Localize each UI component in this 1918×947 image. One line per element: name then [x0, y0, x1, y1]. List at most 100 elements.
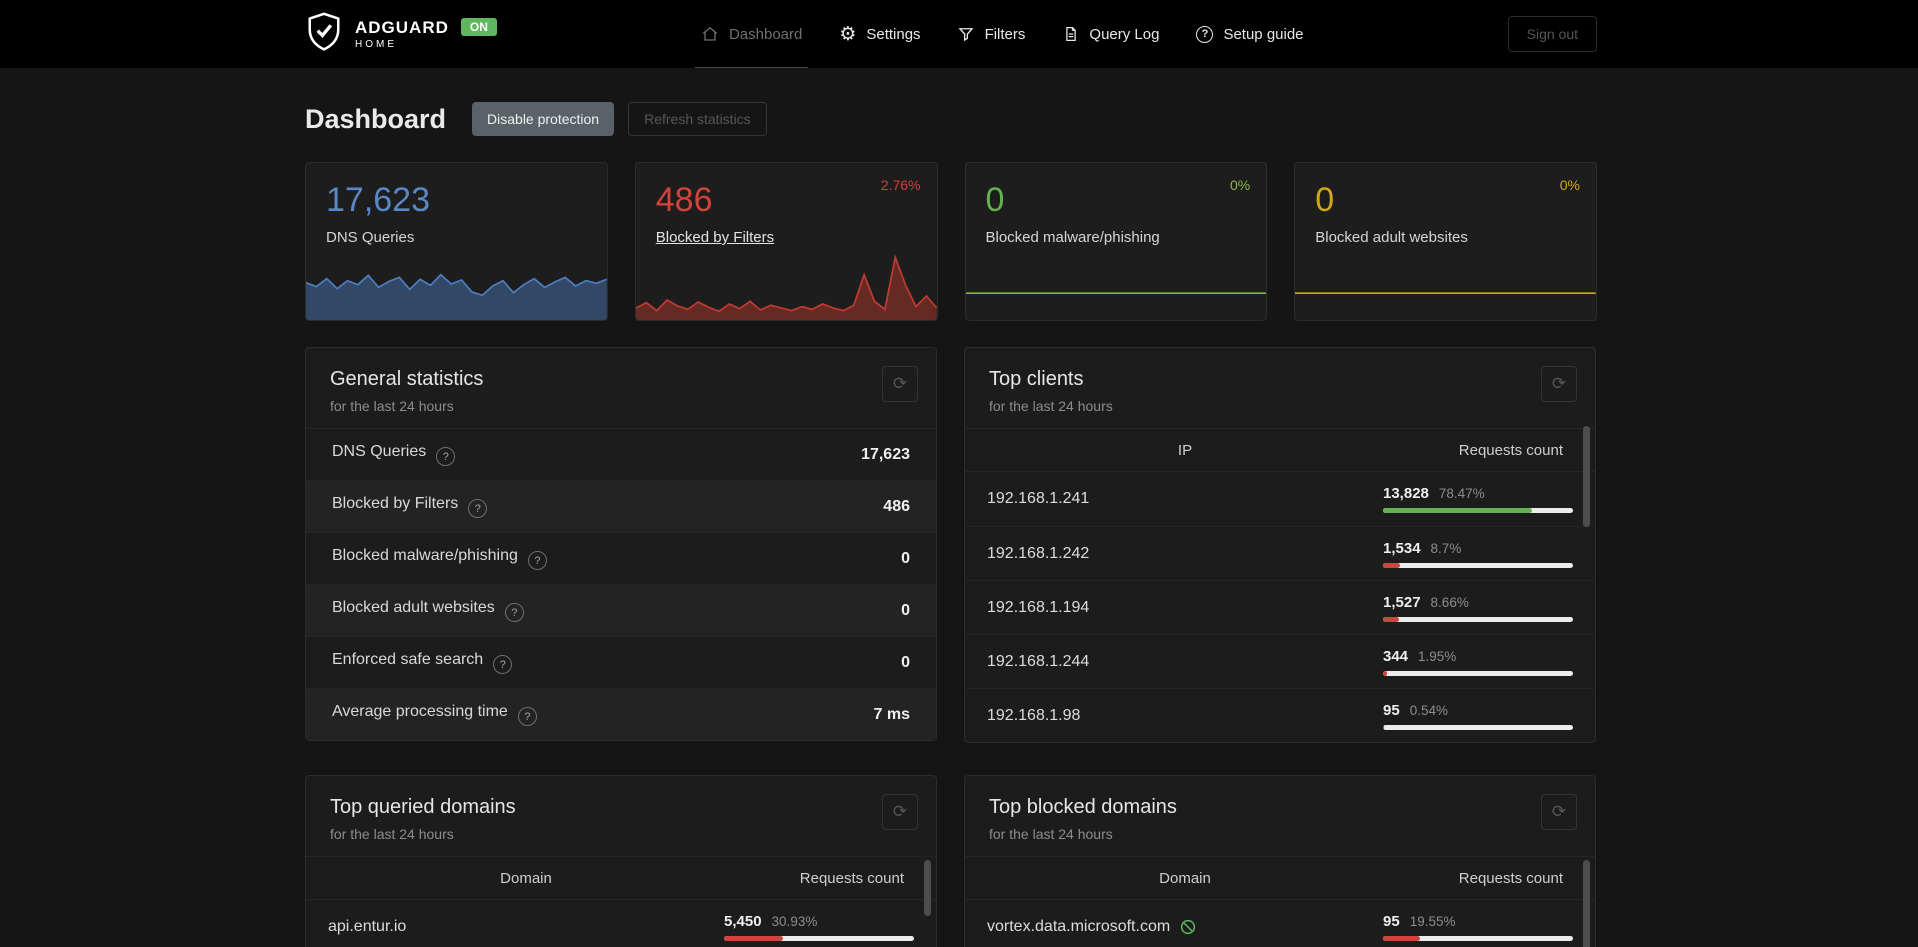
stat-row-label: Blocked adult websites [332, 598, 495, 616]
top-blocked-domains-panel: Top blocked domains for the last 24 hour… [964, 775, 1596, 947]
stat-row-label: DNS Queries [332, 442, 427, 460]
refresh-icon: ⟳ [892, 374, 908, 393]
refresh-icon-button[interactable]: ⟳ [1541, 366, 1577, 402]
stat-value: 486 [655, 181, 713, 219]
adguard-logo[interactable]: ADGUARD ON HOME [305, 11, 497, 58]
percent-change: 2.76% [880, 177, 921, 193]
requests-percent: 30.93% [771, 914, 818, 929]
percent-change: 0% [1559, 177, 1580, 193]
requests-bar [724, 936, 914, 941]
stat-row-label: Blocked malware/phishing [332, 546, 518, 564]
requests-percent: 8.66% [1430, 594, 1469, 610]
stat-label: Blocked malware/phishing [985, 229, 1160, 246]
requests-percent: 8.7% [1430, 540, 1462, 556]
panel-title: Top blocked domains [989, 796, 1177, 818]
stat-value: 0 [1315, 181, 1335, 219]
dns-queries-card: 17,623 DNS Queries [305, 162, 608, 321]
help-icon[interactable] [436, 447, 456, 467]
stat-row-value: 7 ms [873, 705, 910, 723]
top-blocked-domains-table: vortex.data.microsoft.com 95 19.55% [965, 900, 1595, 947]
panel-subtitle: for the last 24 hours [989, 398, 1113, 414]
column-header-domain: Domain [1159, 869, 1211, 887]
scrollbar-thumb[interactable] [1583, 426, 1590, 527]
domain-row: api.entur.io 5,450 30.93% [306, 900, 936, 947]
client-ip: 192.168.1.241 [987, 490, 1090, 507]
client-ip: 192.168.1.242 [987, 544, 1090, 562]
main-navigation: Dashboard Settings Filters Query Log [497, 0, 1508, 68]
shield-logo-icon [305, 11, 343, 58]
nav-item-setup-guide[interactable]: Setup guide [1195, 0, 1304, 68]
stat-row-value: 0 [901, 549, 910, 567]
blocked-filters-card: 2.76% 486 Blocked by Filters [634, 162, 938, 321]
stat-row: Enforced safe search 0 [306, 636, 936, 688]
requests-bar [1383, 616, 1573, 622]
help-icon[interactable] [493, 655, 513, 675]
refresh-icon-button[interactable]: ⟳ [882, 794, 918, 830]
help-icon[interactable] [527, 551, 547, 571]
refresh-icon: ⟳ [1551, 802, 1567, 821]
refresh-statistics-button[interactable]: Refresh statistics [628, 102, 767, 136]
nav-label: Setup guide [1223, 25, 1304, 43]
blocked-malware-sparkline [966, 284, 1267, 294]
document-icon [1061, 25, 1080, 44]
top-clients-panel: Top clients for the last 24 hours ⟳ IP R… [964, 347, 1596, 743]
panel-subtitle: for the last 24 hours [989, 826, 1113, 842]
disable-protection-button[interactable]: Disable protection [472, 102, 615, 136]
refresh-icon-button[interactable]: ⟳ [1541, 794, 1577, 830]
help-icon[interactable] [517, 707, 537, 727]
tracker-blocked-icon [1179, 918, 1197, 936]
stat-value: 0 [985, 181, 1005, 219]
requests-bar [1383, 724, 1573, 730]
general-statistics-panel: General statistics for the last 24 hours… [305, 347, 937, 741]
stat-row-value: 486 [883, 497, 910, 515]
nav-item-settings[interactable]: Settings [838, 0, 920, 68]
blocked-by-filters-link[interactable]: Blocked by Filters [656, 229, 774, 246]
requests-bar [1383, 670, 1573, 676]
client-ip: 192.168.1.98 [987, 706, 1081, 724]
panel-title: Top clients [989, 368, 1084, 390]
gear-icon [838, 25, 857, 44]
scrollbar-thumb[interactable] [1583, 860, 1590, 947]
nav-label: Query Log [1089, 25, 1160, 43]
refresh-icon-button[interactable]: ⟳ [882, 366, 918, 402]
table-header: Domain Requests count [965, 856, 1595, 900]
nav-label: Dashboard [728, 25, 803, 43]
requests-count: 1,534 [1383, 539, 1421, 557]
client-row: 192.168.1.244 344 1.95% [965, 634, 1595, 688]
nav-item-query-log[interactable]: Query Log [1061, 0, 1159, 68]
column-header-requests: Requests count [799, 869, 904, 887]
dns-queries-sparkline [306, 248, 607, 320]
nav-item-dashboard[interactable]: Dashboard [694, 0, 809, 68]
panel-title: General statistics [330, 368, 484, 390]
top-clients-table: 192.168.1.241 13,828 78.47% 192.168.1.24… [965, 472, 1595, 742]
home-icon [701, 25, 720, 44]
refresh-icon: ⟳ [892, 802, 908, 821]
domain-row: vortex.data.microsoft.com 95 19.55% [965, 900, 1595, 947]
help-icon[interactable] [468, 499, 488, 519]
column-header-requests: Requests count [1458, 441, 1563, 459]
column-header-domain: Domain [500, 869, 552, 887]
stat-row-value: 0 [901, 601, 910, 619]
client-row: 192.168.1.241 13,828 78.47% [965, 472, 1595, 526]
help-icon[interactable] [504, 603, 524, 623]
client-row: 192.168.1.242 1,534 8.7% [965, 526, 1595, 580]
nav-label: Settings [866, 25, 921, 43]
requests-count: 95 [1383, 913, 1400, 930]
requests-bar [1383, 936, 1573, 941]
nav-item-filters[interactable]: Filters [957, 0, 1026, 68]
nav-label: Filters [984, 25, 1026, 43]
table-header: Domain Requests count [306, 856, 936, 900]
sign-out-button[interactable]: Sign out [1507, 16, 1597, 52]
table-header: IP Requests count [965, 428, 1595, 472]
client-ip: 192.168.1.194 [987, 598, 1090, 616]
stat-row: DNS Queries 17,623 [306, 428, 936, 480]
column-header-requests: Requests count [1458, 869, 1563, 887]
page-title: Dashboard [305, 103, 447, 134]
question-circle-icon [1195, 25, 1214, 44]
panel-title: Top queried domains [330, 796, 516, 818]
stat-row-value: 17,623 [861, 445, 910, 463]
scrollbar-thumb[interactable] [924, 860, 931, 916]
stat-row: Blocked by Filters 486 [306, 480, 936, 532]
page-header: Dashboard Disable protection Refresh sta… [305, 102, 1597, 136]
stat-value: 17,623 [326, 181, 430, 219]
